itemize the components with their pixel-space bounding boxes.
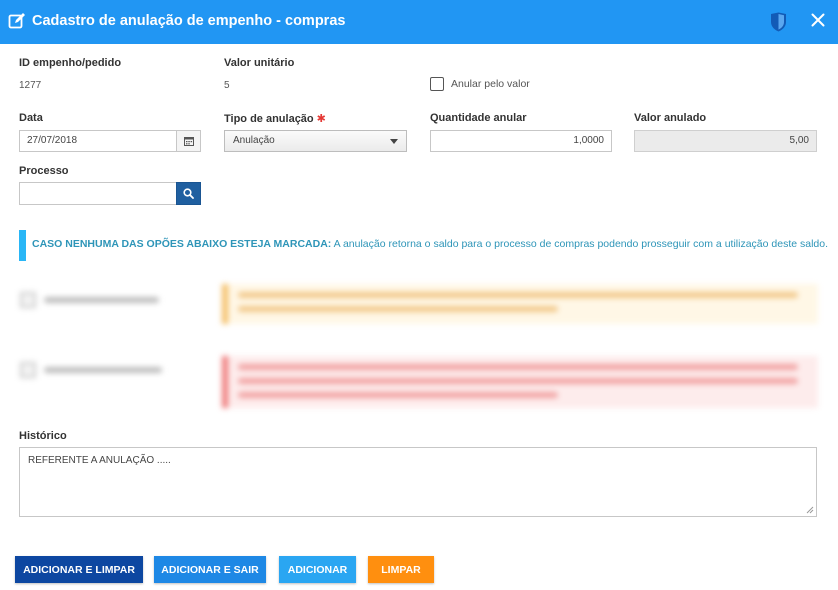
blurred-options-area [14,280,824,420]
tipo-anulacao-label-text: Tipo de anulação [224,113,314,125]
close-icon[interactable] [811,13,825,27]
blurred-option-label [44,297,159,303]
historico-label: Histórico [19,430,67,442]
adicionar-button[interactable]: ADICIONAR [279,556,356,583]
tipo-anulacao-select[interactable]: Anulação [224,130,407,152]
anular-pelo-valor-label: Anular pelo valor [451,78,530,90]
processo-label: Processo [19,165,69,177]
id-empenho-value: 1277 [19,80,42,91]
adicionar-sair-button[interactable]: ADICIONAR E SAIR [154,556,266,583]
dialog-header: Cadastro de anulação de empenho - compra… [0,0,838,44]
historico-value: REFERENTE A ANULAÇÃO ..... [28,455,171,466]
blurred-checkbox-2 [20,362,36,378]
info-message: CASO NENHUMA DAS OPÕES ABAIXO ESTEJA MAR… [32,238,828,250]
anular-pelo-valor-checkbox[interactable] [430,77,444,91]
blurred-option-label-2 [44,367,162,373]
calendar-icon [183,137,194,146]
limpar-button[interactable]: LIMPAR [368,556,434,583]
id-empenho-label: ID empenho/pedido [19,57,122,69]
processo-input[interactable] [19,182,177,205]
blurred-warning-box [222,284,818,324]
resize-handle-icon[interactable] [806,506,814,514]
search-icon [183,188,194,199]
adicionar-limpar-button[interactable]: ADICIONAR E LIMPAR [15,556,143,583]
blurred-checkbox [20,292,36,308]
info-accent-bar [19,230,26,261]
valor-anulado-label: Valor anulado [634,112,707,124]
info-message-text: A anulação retorna o saldo para o proces… [331,238,829,250]
tipo-anulacao-value: Anulação [233,135,275,146]
info-message-bold: CASO NENHUMA DAS OPÕES ABAIXO ESTEJA MAR… [32,238,332,250]
tipo-anulacao-label: Tipo de anulação ✱ [224,112,326,125]
valor-anulado-input: 5,00 [634,130,817,152]
data-label: Data [19,112,43,124]
quantidade-anular-label: Quantidade anular [430,112,527,124]
required-mark: ✱ [316,113,326,125]
valor-unitario-value: 5 [224,80,230,91]
chevron-down-icon [390,139,398,144]
dialog-title: Cadastro de anulação de empenho - compra… [32,13,346,29]
quantidade-anular-input[interactable]: 1,0000 [430,130,612,152]
valor-unitario-label: Valor unitário [224,57,295,69]
shield-icon[interactable] [770,12,787,32]
data-input[interactable]: 27/07/2018 [19,130,177,152]
processo-search-button[interactable] [176,182,201,205]
blurred-danger-box [222,356,818,408]
edit-icon [8,13,25,29]
calendar-button[interactable] [176,130,201,152]
historico-textarea[interactable]: REFERENTE A ANULAÇÃO ..... [19,447,817,517]
